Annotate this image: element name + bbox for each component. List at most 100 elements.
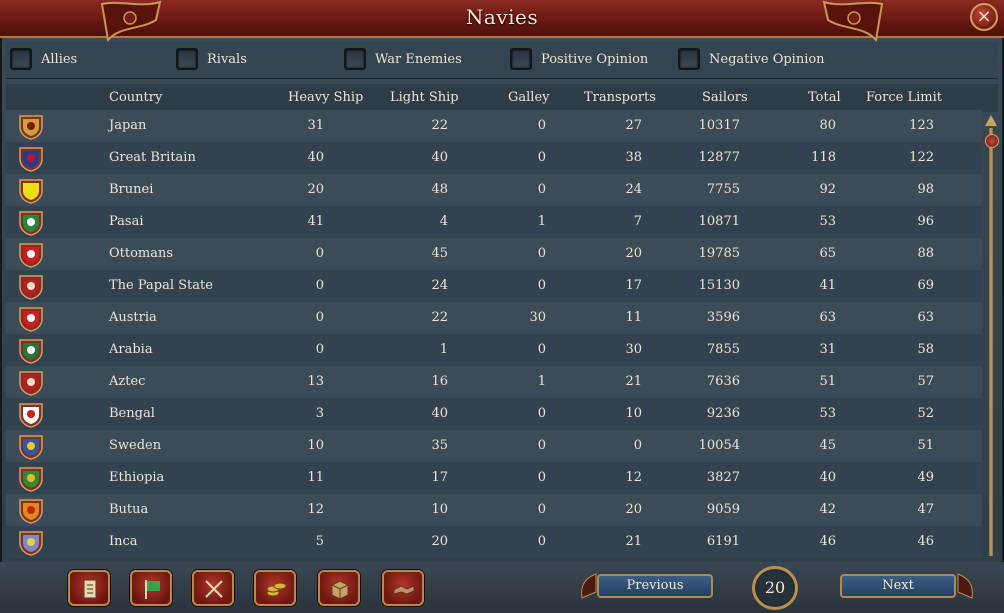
column-header-total[interactable]: Total xyxy=(808,90,841,105)
country-name[interactable]: Butua xyxy=(109,502,148,517)
bengal-flag-icon[interactable] xyxy=(18,402,44,428)
country-name[interactable]: Japan xyxy=(109,118,146,133)
cell-sailors: 19785 xyxy=(698,246,740,261)
cell-light: 1 xyxy=(439,342,448,357)
previous-page-button[interactable]: Previous xyxy=(597,574,713,598)
cell-heavy: 10 xyxy=(307,438,324,453)
cell-transports: 7 xyxy=(633,214,642,229)
country-name[interactable]: Ethiopia xyxy=(109,470,164,485)
allies-checkbox[interactable] xyxy=(10,48,32,70)
cell-force-limit: 58 xyxy=(917,342,934,357)
table-row[interactable]: Great Britain 40 40 0 38 12877 118 122 xyxy=(6,142,982,174)
column-header-force-limit[interactable]: Force Limit xyxy=(866,90,942,105)
armies-tab-button[interactable] xyxy=(192,570,234,606)
cell-sailors: 12877 xyxy=(698,150,740,165)
country-name[interactable]: Bengal xyxy=(109,406,155,421)
papal-state-flag-icon[interactable] xyxy=(18,274,44,300)
handshake-icon xyxy=(393,585,415,595)
cell-transports: 20 xyxy=(625,246,642,261)
economy-tab-button[interactable] xyxy=(254,570,296,606)
cell-heavy: 41 xyxy=(307,214,324,229)
table-row[interactable]: Brunei 20 48 0 24 7755 92 98 xyxy=(6,174,982,206)
filter-label: Negative Opinion xyxy=(709,51,825,67)
brunei-flag-icon[interactable] xyxy=(18,178,44,204)
country-name[interactable]: Brunei xyxy=(109,182,153,197)
filter-negative-opinion[interactable]: Negative Opinion xyxy=(678,46,825,72)
country-name[interactable]: Arabia xyxy=(109,342,153,357)
arabia-flag-icon[interactable] xyxy=(18,338,44,364)
country-name[interactable]: The Papal State xyxy=(109,278,213,293)
country-name[interactable]: Aztec xyxy=(109,374,145,389)
scrollbar[interactable] xyxy=(984,114,999,564)
close-button[interactable]: × xyxy=(970,3,998,31)
cell-light: 35 xyxy=(431,438,448,453)
cell-force-limit: 47 xyxy=(917,502,934,517)
country-name[interactable]: Great Britain xyxy=(109,150,196,165)
pasai-flag-icon[interactable] xyxy=(18,210,44,236)
pagination-ornament-left xyxy=(581,573,597,599)
page-number: 20 xyxy=(752,566,798,610)
table-row[interactable]: Bengal 3 40 0 10 9236 53 52 xyxy=(6,398,982,430)
cell-transports: 20 xyxy=(625,502,642,517)
column-header-country[interactable]: Country xyxy=(109,90,162,105)
column-header-heavy-ship[interactable]: Heavy Ship xyxy=(288,90,363,105)
scroll-up-arrow-icon[interactable] xyxy=(984,114,998,128)
cell-light: 20 xyxy=(431,534,448,549)
filter-war-enemies[interactable]: War Enemies xyxy=(344,46,462,72)
cell-heavy: 0 xyxy=(315,246,324,261)
table-row[interactable]: Ethiopia 11 17 0 12 3827 40 49 xyxy=(6,462,982,494)
table-row[interactable]: Austria 0 22 30 11 3596 63 63 xyxy=(6,302,982,334)
scroll-thumb[interactable] xyxy=(985,134,999,148)
ledger-tab-button[interactable] xyxy=(68,570,110,606)
column-header-sailors[interactable]: Sailors xyxy=(702,90,748,105)
positive-opinion-checkbox[interactable] xyxy=(510,48,532,70)
table-row[interactable]: Japan 31 22 0 27 10317 80 123 xyxy=(6,110,982,142)
diplomacy-tab-button[interactable] xyxy=(382,570,424,606)
butua-flag-icon[interactable] xyxy=(18,498,44,524)
aztec-flag-icon[interactable] xyxy=(18,370,44,396)
table-row[interactable]: The Papal State 0 24 0 17 15130 41 69 xyxy=(6,270,982,302)
cell-heavy: 5 xyxy=(315,534,324,549)
japan-flag-icon[interactable] xyxy=(18,114,44,140)
country-name[interactable]: Austria xyxy=(109,310,157,325)
scroll-track[interactable] xyxy=(989,128,993,556)
country-name[interactable]: Ottomans xyxy=(109,246,173,261)
ethiopia-flag-icon[interactable] xyxy=(18,466,44,492)
next-page-button[interactable]: Next xyxy=(840,574,956,598)
cell-sailors: 9059 xyxy=(706,502,740,517)
cell-galley: 0 xyxy=(537,118,546,133)
sweden-flag-icon[interactable] xyxy=(18,434,44,460)
cell-heavy: 3 xyxy=(315,406,324,421)
table-row[interactable]: Aztec 13 16 1 21 7636 51 57 xyxy=(6,366,982,398)
column-header-galley[interactable]: Galley xyxy=(508,90,550,105)
table-row[interactable]: Butua 12 10 0 20 9059 42 47 xyxy=(6,494,982,526)
filter-positive-opinion[interactable]: Positive Opinion xyxy=(510,46,648,72)
rivals-checkbox[interactable] xyxy=(176,48,198,70)
negative-opinion-checkbox[interactable] xyxy=(678,48,700,70)
cell-heavy: 0 xyxy=(315,310,324,325)
austria-flag-icon[interactable] xyxy=(18,306,44,332)
column-header-transports[interactable]: Transports xyxy=(584,90,656,105)
great-britain-flag-icon[interactable] xyxy=(18,146,44,172)
cell-heavy: 40 xyxy=(307,150,324,165)
cell-galley: 0 xyxy=(537,342,546,357)
production-tab-button[interactable] xyxy=(318,570,360,606)
table-row[interactable]: Sweden 10 35 0 0 10054 45 51 xyxy=(6,430,982,462)
country-name[interactable]: Inca xyxy=(109,534,138,549)
table-row[interactable]: Arabia 0 1 0 30 7855 31 58 xyxy=(6,334,982,366)
filter-allies[interactable]: Allies xyxy=(10,46,77,72)
cell-transports: 10 xyxy=(625,406,642,421)
country-name[interactable]: Sweden xyxy=(109,438,161,453)
filter-rivals[interactable]: Rivals xyxy=(176,46,247,72)
ottomans-flag-icon[interactable] xyxy=(18,242,44,268)
cell-transports: 11 xyxy=(625,310,642,325)
country-name[interactable]: Pasai xyxy=(109,214,144,229)
table-row[interactable]: Pasai 41 4 1 7 10871 53 96 xyxy=(6,206,982,238)
table-row[interactable]: Inca 5 20 0 21 6191 46 46 xyxy=(6,526,982,558)
table-row[interactable]: Ottomans 0 45 0 20 19785 65 88 xyxy=(6,238,982,270)
flag-tab-button[interactable] xyxy=(130,570,172,606)
cell-light: 24 xyxy=(431,278,448,293)
war-enemies-checkbox[interactable] xyxy=(344,48,366,70)
column-header-light-ship[interactable]: Light Ship xyxy=(390,90,459,105)
inca-flag-icon[interactable] xyxy=(18,530,44,556)
